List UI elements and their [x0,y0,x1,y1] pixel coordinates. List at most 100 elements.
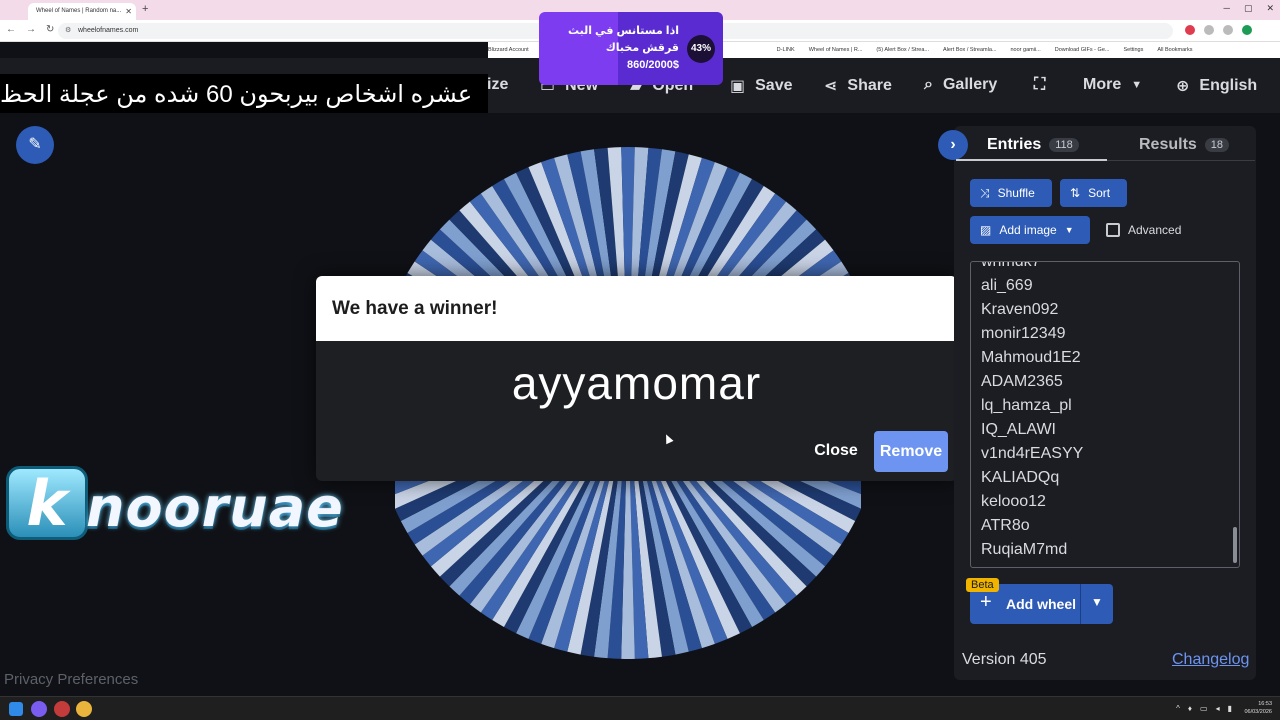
entries-scrollbar[interactable] [1233,527,1237,563]
shuffle-button[interactable]: ⤨ Shuffle [970,179,1052,207]
sort-button[interactable]: ⇅ Sort [1060,179,1127,207]
close-window-icon[interactable]: ✕ [1266,3,1274,14]
customize-label: ize [487,76,509,93]
site-info-icon[interactable]: ⚙ [65,26,71,34]
more-label: More [1083,76,1122,93]
clock-time: 16:53 [1258,701,1272,707]
maximize-icon[interactable]: ▢ [1244,3,1253,14]
download-icon[interactable] [1223,25,1233,35]
winner-name: ayyamomar [511,357,762,409]
entries-list: wnmdk7 ali_669 Kraven092 monir12349 Mahm… [981,262,1084,562]
bookmark-item[interactable]: Blizzard Account [488,47,529,58]
gallery-button[interactable]: ⌕ Gallery [924,76,997,94]
network-icon[interactable]: ▭ [1200,704,1208,713]
new-tab-icon[interactable]: + [142,3,148,15]
shuffle-icon: ⤨ [980,185,990,200]
tab-results-label: Results [1139,136,1197,153]
collapse-panel-button[interactable]: › [938,130,968,160]
system-tray: ^ ♦ ▭ ◂ ▮ [1176,704,1232,713]
bookmark-item[interactable]: All Bookmarks [1157,47,1192,58]
list-item: kelooo12 [981,493,1046,510]
forward-icon[interactable]: → [26,24,36,35]
app-icon[interactable] [31,701,47,717]
chevron-down-icon: ▼ [1064,225,1074,235]
share-icon: ⋖ [824,78,838,95]
advanced-checkbox[interactable] [1106,223,1120,237]
volume-icon[interactable]: ◂ [1216,704,1220,713]
chrome-icon[interactable] [76,701,92,717]
chevron-up-icon[interactable]: ^ [1176,704,1180,713]
edit-wheel-button[interactable]: ✎ [16,126,54,164]
language-button[interactable]: ⊕ English [1176,76,1257,96]
list-item: ATR8o [981,517,1030,534]
system-clock[interactable]: 16:53 06/03/2026 [1244,700,1272,716]
battery-icon[interactable]: ▮ [1228,704,1232,713]
chevron-down-icon[interactable]: ▼ [1091,595,1103,609]
search-icon: ⌕ [924,76,933,93]
tab-title: Wheel of Names | Random na... [36,8,122,14]
bookmark-item[interactable]: D-LINK [777,47,795,58]
tab-divider [1107,160,1255,161]
list-item: RuqiaM7md [981,541,1068,558]
app-icon[interactable] [54,701,70,717]
list-item: Mahmoud1E2 [981,349,1081,366]
bookmark-item[interactable]: Alert Box / Streamla... [943,47,997,58]
bookmark-item[interactable]: Download GIFs - Ge... [1055,47,1110,58]
bookmark-item[interactable]: Settings [1123,47,1143,58]
remove-button[interactable]: Remove [874,431,948,472]
fullscreen-button[interactable]: ⛶ [1034,76,1045,94]
back-icon[interactable]: ← [6,24,16,35]
os-taskbar: ^ ♦ ▭ ◂ ▮ 16:53 06/03/2026 [0,696,1280,720]
globe-icon: ⊕ [1176,78,1190,95]
stream-title-banner: عشره اشخاص بيربحون 60 شده من عجلة الحظ [0,74,488,116]
browser-tab[interactable]: Wheel of Names | Random na... ✕ [28,3,136,20]
close-tab-icon[interactable]: ✕ [125,7,132,16]
logo-text: nooruae [86,476,344,539]
tab-entries[interactable]: Entries 118 [987,136,1079,154]
list-item: IQ_ALAWI [981,421,1056,438]
tab-results[interactable]: Results 18 [1139,136,1230,154]
profile-avatar-icon[interactable] [1242,25,1252,35]
goal-line-1: اذا مستانس في البث [567,25,679,37]
fullscreen-icon: ⛶ [1034,76,1046,93]
microphone-icon[interactable]: ♦ [1188,704,1192,713]
extension-icon[interactable] [1185,25,1195,35]
entries-textarea[interactable]: wnmdk7 ali_669 Kraven092 monir12349 Mahm… [970,261,1240,568]
reload-icon[interactable]: ↻ [46,24,54,35]
nav-buttons: ← → ↻ [6,24,54,35]
more-button[interactable]: More ▼ [1083,76,1142,94]
add-image-button[interactable]: ▨ Add image ▼ [970,216,1090,244]
bookmark-item[interactable]: noor gamii... [1010,47,1040,58]
chevron-right-icon: › [950,136,956,153]
bookmark-item[interactable]: Wheel of Names | R... [809,47,863,58]
beta-badge: Beta [966,578,999,592]
privacy-preferences-link[interactable]: Privacy Preferences [4,671,138,688]
save-button[interactable]: ▣ Save [730,76,793,96]
list-item: ali_669 [981,277,1033,294]
list-item: v1nd4rEASYY [981,445,1084,462]
pencil-icon: ✎ [28,136,42,153]
results-count-badge: 18 [1204,138,1230,152]
language-label: English [1199,77,1258,94]
extension-icon[interactable] [1204,25,1214,35]
dialog-title: We have a winner! [332,298,498,319]
customize-button[interactable]: ize [487,76,508,94]
start-menu-icon[interactable] [9,702,23,716]
shuffle-label: Shuffle [997,186,1035,200]
button-divider [1080,584,1081,624]
bookmark-item[interactable]: (5) Alert Box / Strea... [876,47,929,58]
goal-amount: 860/2000$ [627,59,679,71]
list-item: lq_hamza_pl [981,397,1072,414]
goal-percent: 43% [687,35,715,63]
list-item: ADAM2365 [981,373,1063,390]
url-text: wheelofnames.com [78,27,139,34]
chevron-down-icon: ▼ [1131,79,1143,91]
donation-goal-widget: اذا مستانس في البث قرقش مخباك 860/2000$ … [539,12,723,85]
save-label: Save [755,77,793,94]
minimize-icon[interactable]: ─ [1224,3,1230,14]
sort-icon: ⇅ [1070,186,1081,200]
close-button[interactable]: Close [806,431,866,471]
share-button[interactable]: ⋖ Share [824,76,892,96]
changelog-link[interactable]: Changelog [1172,651,1249,669]
clock-date: 06/03/2026 [1244,709,1272,715]
